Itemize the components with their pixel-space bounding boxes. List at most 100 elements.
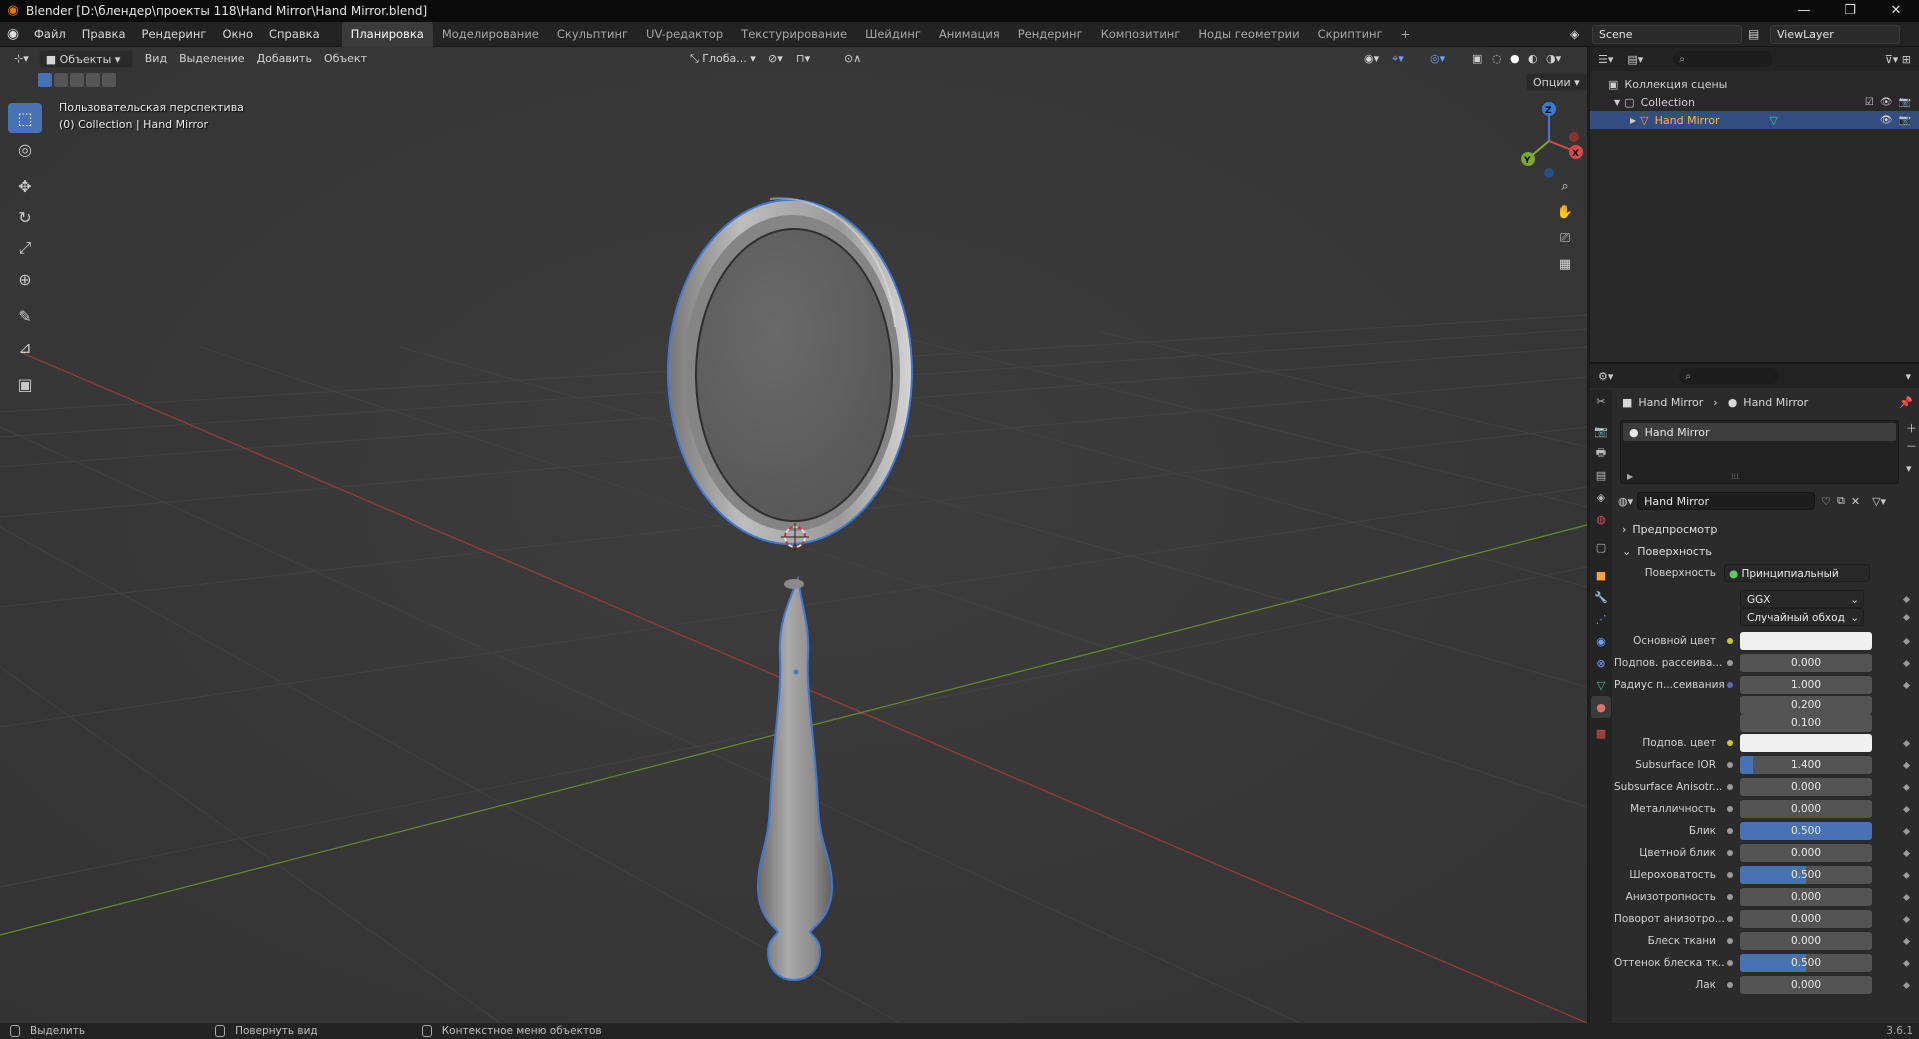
object-eye-icon[interactable]: 👁 bbox=[1880, 115, 1893, 126]
tab-sculpting[interactable]: Скульптинг bbox=[548, 22, 637, 47]
material-slot-list[interactable]: ● Hand Mirror ▶ ⁞⁞⁞ bbox=[1620, 420, 1899, 484]
socket-link-icon[interactable] bbox=[1724, 869, 1736, 881]
fake-user-icon[interactable]: ♡ bbox=[1821, 495, 1831, 508]
number-field[interactable]: 0.000 bbox=[1740, 910, 1872, 928]
display-mode-icon[interactable]: ▤▾ bbox=[1627, 53, 1643, 66]
link-mode-icon[interactable]: ▽▾ bbox=[1872, 495, 1886, 508]
number-field[interactable]: 0.000 bbox=[1740, 654, 1872, 672]
number-field[interactable]: 0.500 bbox=[1740, 822, 1872, 840]
number-field[interactable]: 0.000 bbox=[1740, 778, 1872, 796]
color-swatch[interactable] bbox=[1740, 632, 1872, 650]
pan-hand-icon[interactable]: ✋ bbox=[1553, 200, 1577, 224]
collection-checkbox-icon[interactable]: ☑ bbox=[1865, 97, 1874, 108]
panel-surface[interactable]: ⌄ Поверхность bbox=[1614, 540, 1919, 562]
socket-link-icon[interactable] bbox=[1724, 847, 1736, 859]
tab-modeling[interactable]: Моделирование bbox=[433, 22, 548, 47]
keyframe-dot-icon[interactable] bbox=[1902, 637, 1911, 645]
resize-handle-icon[interactable]: ⁞⁞⁞ bbox=[1731, 472, 1739, 481]
keyframe-dot-icon[interactable] bbox=[1902, 595, 1911, 603]
mode-selector[interactable]: ■ Объекты ▾ bbox=[38, 50, 133, 68]
number-field[interactable]: 0.000 bbox=[1740, 800, 1872, 818]
menu-edit[interactable]: Правка bbox=[74, 22, 134, 47]
number-field[interactable]: 0.200 bbox=[1740, 696, 1872, 714]
remove-slot-icon[interactable]: － bbox=[1906, 438, 1917, 454]
tab-animation[interactable]: Анимация bbox=[930, 22, 1009, 47]
outliner-collection[interactable]: ▼ ▢ Collection ☑ 👁 📷 bbox=[1590, 93, 1919, 111]
properties-search-field[interactable]: ⌕ bbox=[1679, 368, 1780, 384]
expand-arrow-icon[interactable]: ▶ bbox=[1630, 116, 1636, 125]
tool-move[interactable]: ✥ bbox=[8, 171, 42, 201]
outliner-search-field[interactable]: ⌕ bbox=[1673, 51, 1774, 67]
options-dropdown[interactable]: Опции ▾ bbox=[1526, 73, 1587, 91]
transform-orientation[interactable]: ⤡ Глоба... ▾ bbox=[684, 50, 762, 68]
socket-link-icon[interactable] bbox=[1724, 825, 1736, 837]
expand-slot-icon[interactable]: ▶ bbox=[1627, 472, 1633, 481]
snap-icon[interactable]: ⊓▾ bbox=[790, 50, 816, 68]
overlay-toggle-icon[interactable]: ◎▾ bbox=[1424, 50, 1451, 68]
editor-type-icon[interactable]: ⊹▾ bbox=[8, 50, 35, 68]
world-tab-icon[interactable]: ◍ bbox=[1591, 508, 1611, 530]
menu-object[interactable]: Объект bbox=[318, 50, 373, 68]
tool-scale[interactable]: ⤢ bbox=[8, 233, 42, 263]
number-field[interactable]: 1.400 bbox=[1740, 756, 1872, 774]
socket-link-icon[interactable] bbox=[1724, 913, 1736, 925]
socket-link-icon[interactable] bbox=[1724, 759, 1736, 771]
socket-link-icon[interactable] bbox=[1724, 803, 1736, 815]
maximize-button[interactable]: ❐ bbox=[1827, 0, 1873, 22]
menu-render[interactable]: Рендеринг bbox=[134, 22, 215, 47]
tool-tab-icon[interactable]: ✂ bbox=[1591, 390, 1611, 412]
keyframe-dot-icon[interactable] bbox=[1902, 893, 1911, 901]
minimize-button[interactable]: — bbox=[1781, 0, 1827, 22]
menu-add[interactable]: Добавить bbox=[251, 50, 318, 68]
tool-measure[interactable]: ⊿ bbox=[8, 332, 42, 362]
keyframe-dot-icon[interactable] bbox=[1902, 827, 1911, 835]
menu-select[interactable]: Выделение bbox=[173, 50, 251, 68]
add-slot-icon[interactable]: ＋ bbox=[1906, 420, 1917, 436]
keyframe-dot-icon[interactable] bbox=[1902, 681, 1911, 689]
tab-uv-editing[interactable]: UV-редактор bbox=[637, 22, 732, 47]
color-swatch[interactable] bbox=[1740, 734, 1872, 752]
tab-texture-paint[interactable]: Текстурирование bbox=[732, 22, 856, 47]
collection-eye-icon[interactable]: 👁 bbox=[1880, 97, 1893, 108]
material-slot[interactable]: ● Hand Mirror bbox=[1623, 423, 1896, 441]
tab-shading[interactable]: Шейдинг bbox=[856, 22, 930, 47]
number-field[interactable]: 0.500 bbox=[1740, 954, 1872, 972]
tool-annotate[interactable]: ✎ bbox=[8, 301, 42, 331]
object-camera-icon[interactable]: 📷 bbox=[1899, 115, 1911, 126]
socket-link-icon[interactable] bbox=[1724, 679, 1736, 691]
collapse-arrow-icon[interactable]: ▼ bbox=[1614, 98, 1620, 107]
socket-link-icon[interactable] bbox=[1724, 935, 1736, 947]
camera-view-icon[interactable]: ⎚ bbox=[1553, 226, 1577, 250]
tool-cursor[interactable]: ◎ bbox=[8, 134, 42, 164]
subsurface-method-dropdown[interactable]: Случайный обход ⌄ bbox=[1740, 608, 1864, 626]
menu-view[interactable]: Вид bbox=[139, 50, 173, 68]
proportional-edit-icon[interactable]: ⊙∧ bbox=[838, 50, 867, 68]
close-button[interactable]: ✕ bbox=[1873, 0, 1919, 22]
scene-selector[interactable]: Scene bbox=[1592, 25, 1742, 44]
outliner-editor-icon[interactable]: ☰▾ bbox=[1598, 53, 1613, 66]
menu-help[interactable]: Справка bbox=[261, 22, 328, 47]
gizmo-toggle-icon[interactable]: ⌖▾ bbox=[1386, 50, 1410, 68]
keyframe-dot-icon[interactable] bbox=[1902, 761, 1911, 769]
pivot-point-icon[interactable]: ⊘▾ bbox=[762, 50, 789, 68]
keyframe-dot-icon[interactable] bbox=[1902, 805, 1911, 813]
socket-link-icon[interactable] bbox=[1724, 737, 1736, 749]
tab-layout[interactable]: Планировка bbox=[341, 21, 433, 47]
select-subtract-icon[interactable] bbox=[70, 73, 84, 87]
properties-options-icon[interactable]: ▾ bbox=[1905, 370, 1911, 383]
menu-file[interactable]: Файл bbox=[26, 22, 74, 47]
keyframe-dot-icon[interactable] bbox=[1902, 937, 1911, 945]
mesh-data-icon[interactable]: ▽ bbox=[1770, 114, 1778, 127]
output-tab-icon[interactable]: 🖶 bbox=[1591, 442, 1611, 464]
outliner-object-hand-mirror[interactable]: ▶ ▽ Hand Mirror ▽ 👁 📷 bbox=[1590, 111, 1919, 129]
browse-material-icon[interactable]: ◍▾ bbox=[1618, 495, 1633, 508]
collection-tab-icon[interactable]: ▢ bbox=[1591, 536, 1611, 558]
tab-rendering[interactable]: Рендеринг bbox=[1009, 22, 1092, 47]
navigation-gizmo[interactable]: Z X Y bbox=[1512, 99, 1587, 179]
view-layer-tab-icon[interactable]: ▤ bbox=[1591, 464, 1611, 486]
render-tab-icon[interactable]: 📷 bbox=[1591, 420, 1611, 442]
number-field[interactable]: 0.000 bbox=[1740, 888, 1872, 906]
tab-geometry-nodes[interactable]: Ноды геометрии bbox=[1189, 22, 1308, 47]
panel-preview[interactable]: › Предпросмотр bbox=[1614, 518, 1919, 540]
slot-menu-icon[interactable]: ▾ bbox=[1906, 462, 1917, 475]
